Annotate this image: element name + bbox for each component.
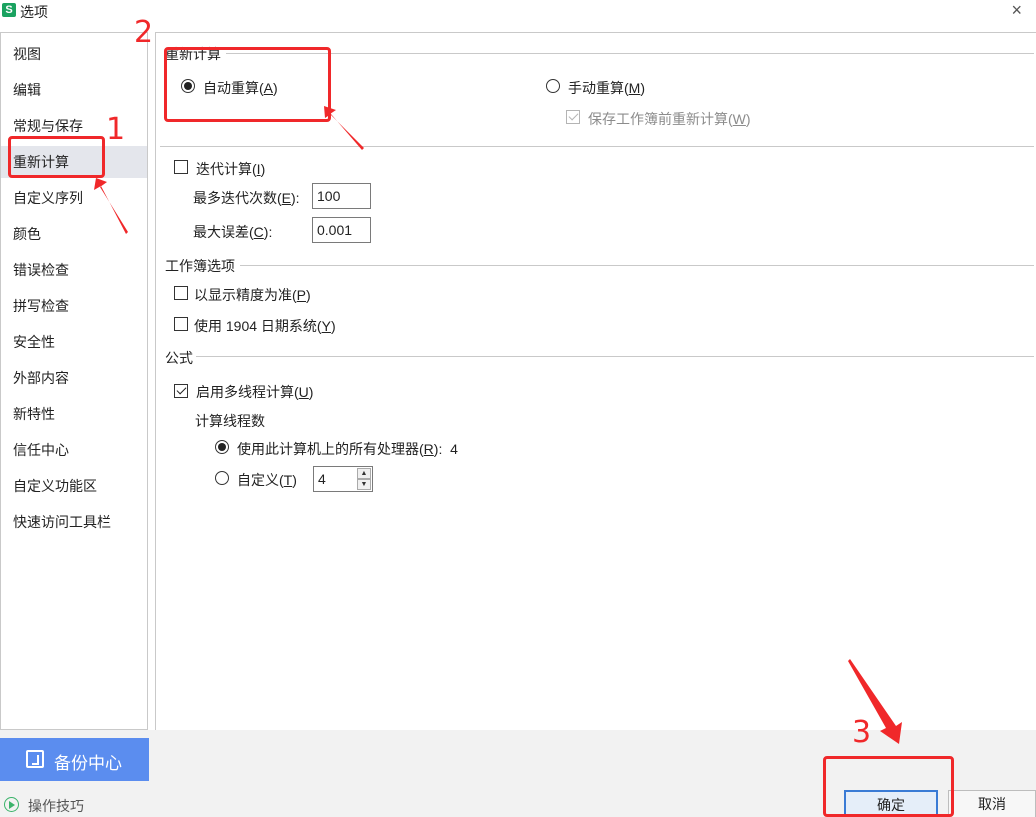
backup-center-label: 备份中心 xyxy=(54,754,122,773)
multithread-calc-checkbox[interactable] xyxy=(174,384,188,398)
max-iterations-input[interactable] xyxy=(312,183,371,209)
precision-as-displayed-label[interactable]: 以显示精度为准(P) xyxy=(194,285,311,305)
annotation-box-2 xyxy=(164,47,331,122)
processor-count: 4 xyxy=(450,441,458,457)
all-processors-radio[interactable] xyxy=(215,440,229,454)
section-title-workbook: 工作簿选项 xyxy=(165,256,237,276)
iterative-calc-checkbox[interactable] xyxy=(174,160,188,174)
save-before-recalc-checkbox[interactable] xyxy=(566,110,580,124)
section-divider xyxy=(226,53,1034,54)
all-processors-label[interactable]: 使用此计算机上的所有处理器(R): 4 xyxy=(237,439,458,459)
sidebar-item-edit[interactable]: 编辑 xyxy=(1,74,147,106)
close-icon[interactable]: × xyxy=(1011,0,1022,21)
sidebar-item-spelling[interactable]: 拼写检查 xyxy=(1,290,147,322)
operation-tips-label: 操作技巧 xyxy=(28,798,84,814)
title-bar: S 选项 × xyxy=(0,0,1036,24)
sidebar-item-external-content[interactable]: 外部内容 xyxy=(1,362,147,394)
max-iterations-label: 最多迭代次数(E): xyxy=(193,190,300,206)
wps-spreadsheet-icon: S xyxy=(2,3,16,17)
custom-threads-radio[interactable] xyxy=(215,471,229,485)
multithread-calc-label[interactable]: 启用多线程计算(U) xyxy=(196,382,313,402)
section-divider xyxy=(160,146,1034,147)
section-divider xyxy=(196,356,1034,357)
annotation-number-2: 2 xyxy=(134,15,154,50)
sidebar-item-color[interactable]: 颜色 xyxy=(1,218,147,250)
cancel-button[interactable]: 取消 xyxy=(948,790,1036,817)
sidebar-item-new-features[interactable]: 新特性 xyxy=(1,398,147,430)
sidebar-item-error-checking[interactable]: 错误检查 xyxy=(1,254,147,286)
custom-threads-value: 4 xyxy=(318,471,326,487)
sidebar-item-security[interactable]: 安全性 xyxy=(1,326,147,358)
annotation-box-1 xyxy=(8,136,105,178)
sidebar-item-trust-center[interactable]: 信任中心 xyxy=(1,434,147,466)
backup-center-button[interactable]: 备份中心 xyxy=(0,738,149,781)
window-title: 选项 xyxy=(20,4,48,20)
date-1904-label[interactable]: 使用 1904 日期系统(Y) xyxy=(194,316,336,336)
play-circle-icon xyxy=(4,797,19,812)
spin-down-icon[interactable]: ▼ xyxy=(357,479,371,490)
date-1904-checkbox[interactable] xyxy=(174,317,188,331)
manual-recalc-radio[interactable] xyxy=(546,79,560,93)
annotation-number-3: 3 xyxy=(852,715,872,750)
max-change-label: 最大误差(C): xyxy=(193,224,273,240)
sidebar-item-quick-access-toolbar[interactable]: 快速访问工具栏 xyxy=(1,506,147,538)
backup-icon xyxy=(26,750,44,768)
iterative-calc-label[interactable]: 迭代计算(I) xyxy=(196,159,265,179)
precision-as-displayed-checkbox[interactable] xyxy=(174,286,188,300)
sidebar-item-view[interactable]: 视图 xyxy=(1,38,147,70)
manual-recalc-label[interactable]: 手动重算(M) xyxy=(568,78,645,98)
annotation-number-1: 1 xyxy=(106,112,126,147)
sidebar-item-customize-ribbon[interactable]: 自定义功能区 xyxy=(1,470,147,502)
max-change-input[interactable] xyxy=(312,217,371,243)
spin-up-icon[interactable]: ▲ xyxy=(357,468,371,479)
section-divider xyxy=(240,265,1034,266)
custom-threads-spinner[interactable]: 4 ▲ ▼ xyxy=(313,466,373,492)
annotation-box-3 xyxy=(823,756,954,817)
options-panel: 重新计算 自动重算(A) 手动重算(M) 保存工作簿前重新计算(W) 迭代计算(… xyxy=(155,32,1036,730)
save-before-recalc-label: 保存工作簿前重新计算(W) xyxy=(588,111,751,127)
thread-count-title: 计算线程数 xyxy=(195,413,265,429)
section-title-formula: 公式 xyxy=(165,348,195,368)
sidebar-item-custom-lists[interactable]: 自定义序列 xyxy=(1,182,147,214)
custom-threads-label[interactable]: 自定义(T) xyxy=(237,470,297,490)
